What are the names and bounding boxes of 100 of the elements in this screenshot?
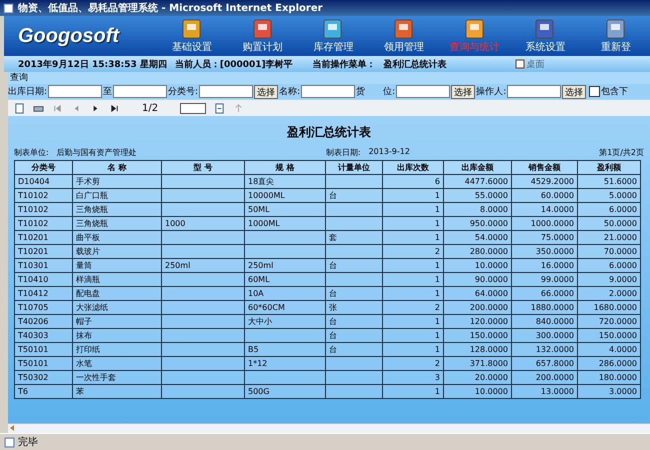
table-cell: 6.0000 (609, 205, 637, 214)
datetime-text: 2013年9月12日 15:38:53 星期四 (18, 58, 167, 70)
table-cell: 三角烧瓶 (76, 219, 108, 228)
unit-text: 后勤与国有资产管理处 (56, 147, 137, 158)
page-indicator: 1/2 (142, 102, 158, 114)
table-cell: 6 (434, 177, 440, 186)
page-icon (4, 436, 15, 448)
checkbox[interactable] (589, 86, 600, 97)
page-icon (3, 2, 14, 14)
table-cell: 1 (434, 261, 440, 270)
first-page-icon[interactable] (52, 102, 63, 114)
table-cell: T6 (18, 387, 28, 396)
table-cell: 1*12 (248, 359, 268, 368)
table-cell: 300.0000 (536, 331, 574, 340)
input-field[interactable] (396, 85, 450, 98)
table-cell: T10201 (18, 233, 48, 242)
column-header: 分类号 (14, 160, 72, 174)
table-cell: 16.0000 (540, 261, 574, 270)
select-button[interactable]: 选择 (562, 84, 586, 98)
table-cell: 10A (248, 289, 264, 298)
table-cell: 1 (434, 289, 440, 298)
table-cell: 10000ML (248, 191, 285, 200)
input-field[interactable] (48, 85, 102, 98)
table-cell: 1 (434, 345, 440, 354)
table-cell: T10301 (18, 261, 48, 270)
table-cell: 1880.0000 (530, 303, 574, 312)
filter-label: 货 位: (356, 86, 396, 98)
table-cell: 1680.0000 (594, 303, 637, 312)
desktop-icon[interactable] (514, 59, 525, 69)
input-field[interactable] (199, 85, 254, 98)
table-cell: 150.0000 (598, 331, 637, 340)
input-field[interactable] (113, 85, 168, 98)
column-header: 出库金额 (444, 160, 512, 174)
table-cell: 大中小 (248, 317, 272, 326)
report-title: 盈利汇总统计表 (286, 124, 372, 141)
nav-item[interactable]: 基础设置 (158, 18, 226, 54)
table-cell: 250ml (248, 261, 274, 270)
logo: Googosoft (17, 24, 121, 48)
table-cell: 60ML (248, 275, 270, 284)
table-cell: 手术剪 (76, 177, 100, 186)
nav-item[interactable]: 领用管理 (370, 18, 438, 54)
window-title: 物资、低值品、易耗品管理系统 - Microsoft Internet Explorer (18, 2, 323, 15)
table-cell: T10412 (18, 289, 48, 298)
table-cell: 280.0000 (470, 247, 508, 256)
table-cell: 4477.6000 (464, 177, 508, 186)
menu-value: 盈利汇总统计表 (384, 58, 447, 70)
table-cell: D10404 (18, 177, 50, 186)
table-cell: 200.0000 (536, 373, 574, 382)
table-cell: 套 (329, 233, 337, 242)
table-cell: 10.0000 (474, 261, 508, 270)
nav-item[interactable]: 重新登 (582, 18, 650, 54)
table-cell: 657.8000 (536, 359, 574, 368)
table-cell: 载玻片 (76, 247, 100, 256)
desktop-link[interactable]: 桌面 (526, 58, 545, 70)
column-header: 盈利额 (578, 160, 640, 174)
table-cell: 6.0000 (609, 261, 637, 270)
page-input[interactable] (180, 102, 206, 114)
table-cell: 90.0000 (474, 275, 508, 284)
menu-label: 当前操作菜单： (312, 58, 376, 70)
table-cell: 21.0000 (604, 233, 637, 242)
table-cell: 350.0000 (536, 247, 574, 256)
table-cell: 2 (434, 359, 440, 368)
table-cell: 一次性手套 (76, 373, 116, 382)
select-button[interactable]: 选择 (451, 84, 476, 98)
table-cell: 1 (434, 233, 440, 242)
table-cell: 台 (329, 261, 337, 270)
table-cell: 4529.2000 (530, 177, 574, 186)
nav-item[interactable]: 系统设置 (511, 18, 580, 54)
table-cell: T10102 (18, 205, 48, 214)
column-header: 规 格 (244, 160, 326, 174)
table-cell: 大张滤纸 (76, 303, 108, 312)
select-button[interactable]: 选择 (254, 84, 278, 98)
table-cell: 9.0000 (609, 275, 637, 284)
table-cell: T40206 (18, 317, 48, 326)
table-cell: 打印纸 (76, 345, 100, 354)
filter-label: 至 (103, 86, 112, 98)
table-cell: 2.0000 (609, 289, 637, 298)
last-page-icon[interactable] (109, 102, 120, 114)
table-cell: 500G (248, 387, 270, 396)
table-cell: 1 (434, 331, 440, 340)
table-cell: 150.0000 (470, 331, 508, 340)
table-cell: 371.8000 (470, 359, 508, 368)
input-field[interactable] (301, 85, 356, 98)
filter-label: 包含下 (601, 86, 628, 98)
nav-item[interactable]: 购置计划 (228, 18, 297, 54)
input-field[interactable] (507, 85, 562, 98)
date-label: 制表日期: (326, 147, 361, 158)
filter-label: 分类号: (168, 86, 198, 98)
query-label: 查询 (9, 73, 29, 84)
table-cell: 苯 (76, 387, 84, 396)
table-cell: 13.0000 (540, 387, 574, 396)
table-cell: 1000 (165, 219, 186, 228)
filter-label: 出库日期: (8, 86, 48, 98)
column-header: 名 称 (72, 160, 162, 174)
table-cell: T10201 (18, 247, 48, 256)
table-cell: 720.0000 (598, 317, 637, 326)
nav-item[interactable]: 库存管理 (299, 18, 368, 54)
table-cell: 帽子 (76, 317, 92, 326)
table-cell: 1 (434, 275, 440, 284)
column-header: 销售金额 (512, 160, 578, 174)
